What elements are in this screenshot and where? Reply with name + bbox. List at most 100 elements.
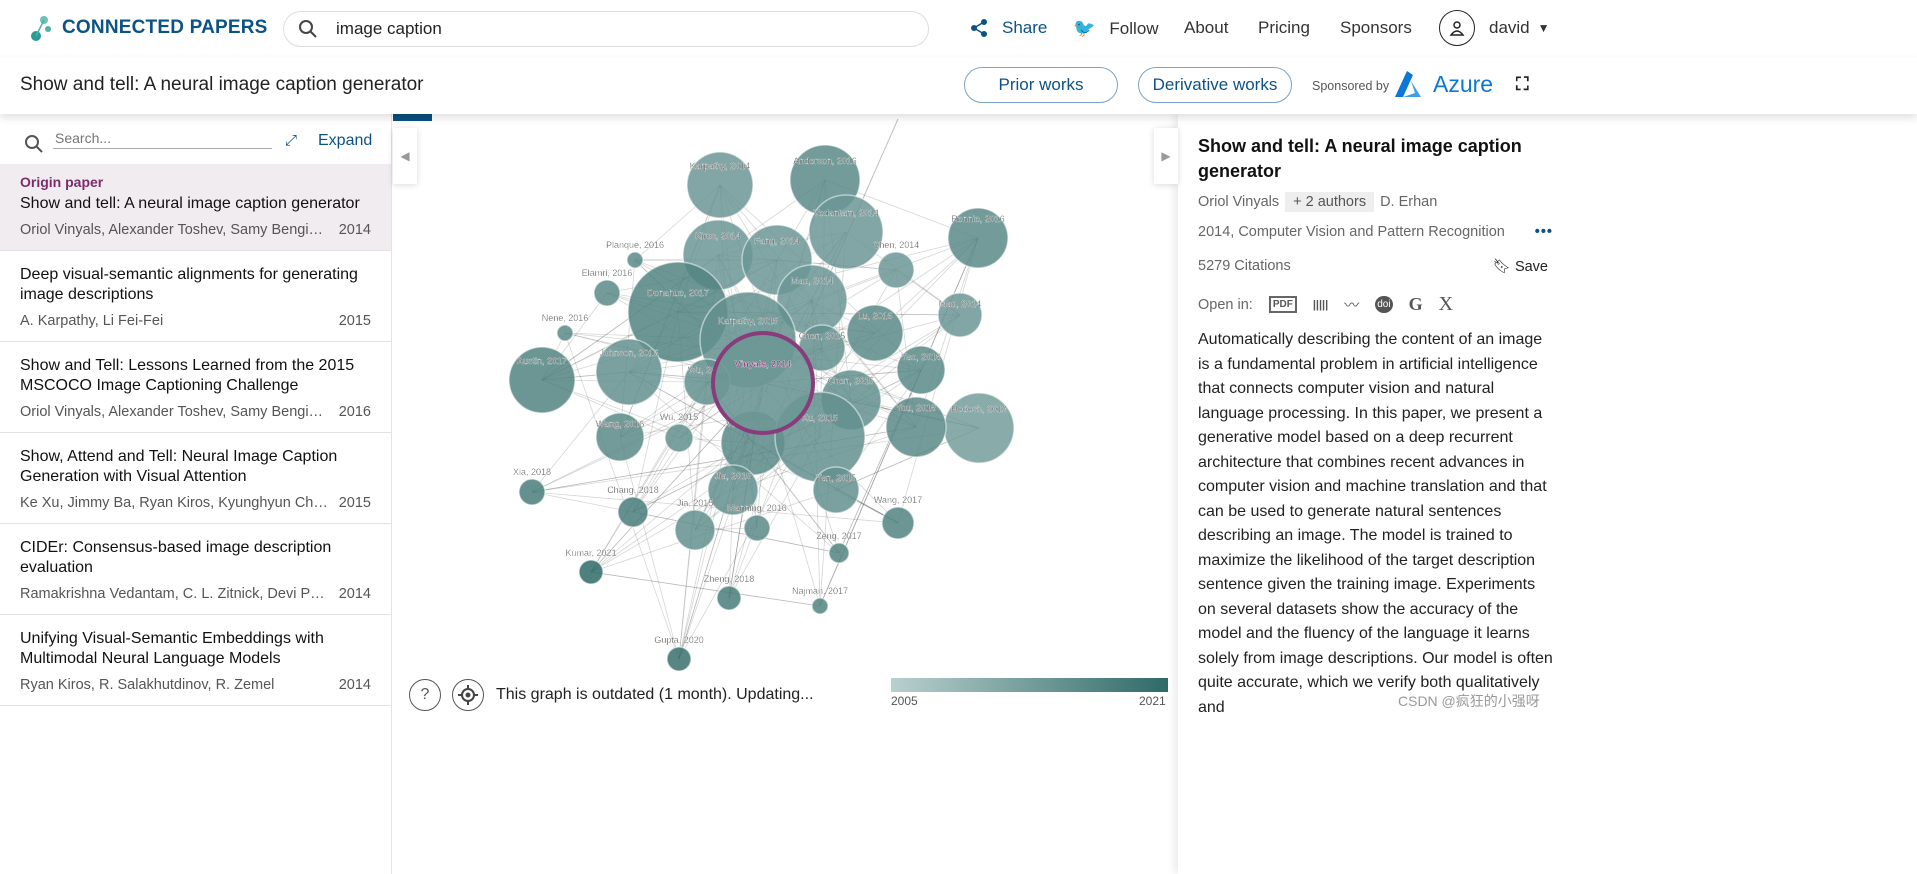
node-label: Mao, 2014 bbox=[791, 276, 834, 286]
arxiv-icon[interactable]: ||||| bbox=[1313, 299, 1328, 311]
node-label: Vedantam, 2014 bbox=[813, 208, 879, 218]
paper-node[interactable]: Jia, 2015 bbox=[674, 498, 716, 551]
node-circle[interactable] bbox=[711, 331, 815, 435]
node-circle[interactable] bbox=[808, 194, 884, 270]
sponsors-link[interactable]: Sponsors bbox=[1340, 18, 1412, 38]
search-bar[interactable] bbox=[283, 11, 929, 47]
more-options-icon[interactable]: ••• bbox=[1535, 224, 1553, 240]
pdf-icon[interactable]: PDF bbox=[1268, 296, 1297, 313]
help-button[interactable]: ? bbox=[409, 679, 441, 711]
paper-node[interactable]: Wu, 2015 bbox=[660, 412, 698, 453]
collapse-left-handle[interactable]: ◀ bbox=[393, 128, 417, 184]
paper-node[interactable]: Chen, 2014 bbox=[873, 240, 920, 289]
node-label: Johnson, 2015 bbox=[599, 348, 658, 358]
item-year: 2016 bbox=[338, 404, 371, 420]
paper-node[interactable]: Manning, 2016 bbox=[727, 503, 787, 542]
node-circle[interactable] bbox=[828, 542, 850, 564]
author-first[interactable]: Oriol Vinyals bbox=[1198, 194, 1279, 210]
paper-node[interactable]: Zheng, 2018 bbox=[704, 574, 755, 611]
list-item[interactable]: CIDEr: Consensus-based image description… bbox=[0, 524, 391, 615]
paper-node[interactable]: Lu, 2016 bbox=[846, 304, 904, 362]
follow-button[interactable]: 🐦 Follow bbox=[1073, 18, 1159, 39]
node-circle[interactable] bbox=[578, 559, 604, 585]
node-circle[interactable] bbox=[556, 324, 574, 342]
save-button[interactable]: 🔖︎ Save bbox=[1492, 258, 1548, 275]
follow-label: Follow bbox=[1109, 18, 1159, 38]
paper-node[interactable]: Austin, 2017 bbox=[508, 346, 576, 414]
semantic-scholar-icon[interactable]: 〰 bbox=[1344, 294, 1359, 315]
node-label: Karpathy, 2015 bbox=[718, 316, 778, 326]
node-circle[interactable] bbox=[593, 279, 621, 307]
item-title: Unifying Visual-Semantic Embeddings with… bbox=[20, 630, 324, 667]
question-icon: ? bbox=[420, 686, 430, 703]
paper-node[interactable]: Hodosh, 2013 bbox=[943, 392, 1015, 464]
node-circle[interactable] bbox=[617, 496, 649, 528]
list-item[interactable]: Unifying Visual-Semantic Embeddings with… bbox=[0, 615, 391, 706]
origin-node[interactable]: Vinyals, 2014 bbox=[711, 331, 815, 435]
graph-edge bbox=[619, 436, 680, 660]
expand-button[interactable]: Expand bbox=[318, 132, 372, 150]
user-avatar[interactable] bbox=[1439, 10, 1475, 46]
node-circle[interactable] bbox=[666, 646, 692, 672]
recenter-button[interactable] bbox=[452, 679, 484, 711]
paper-node[interactable]: Johnson, 2015 bbox=[595, 338, 663, 406]
node-label: Chang, 2018 bbox=[607, 485, 659, 495]
paper-node[interactable]: Planque, 2016 bbox=[606, 240, 664, 269]
paper-node[interactable]: Gupta, 2020 bbox=[654, 635, 704, 672]
paper-node[interactable]: Vedantam, 2014 bbox=[808, 194, 884, 270]
node-circle[interactable] bbox=[626, 251, 644, 269]
user-menu[interactable]: david ▼ bbox=[1489, 18, 1550, 38]
expand-icon[interactable]: ⤢ bbox=[285, 132, 297, 149]
azure-icon bbox=[1395, 71, 1421, 97]
more-authors-button[interactable]: + 2 authors bbox=[1285, 192, 1375, 212]
paper-node[interactable]: Wang, 2016 bbox=[595, 412, 645, 462]
doi-icon[interactable]: doi bbox=[1375, 296, 1393, 313]
paper-node[interactable]: Najman, 2017 bbox=[792, 586, 848, 615]
list-search-input[interactable] bbox=[53, 128, 272, 149]
list-item[interactable]: Show, Attend and Tell: Neural Image Capt… bbox=[0, 433, 391, 524]
graph-canvas[interactable]: Karpathy, 2014 Anderson, 2016 Vedantam, 20… bbox=[393, 114, 1177, 874]
node-circle[interactable] bbox=[518, 478, 546, 506]
logo[interactable]: CONNECTED PAPERS bbox=[30, 14, 268, 42]
paper-node[interactable]: Yan, 2015 bbox=[812, 466, 860, 514]
paper-node[interactable]: Mao, 2014 bbox=[937, 292, 983, 338]
pricing-link[interactable]: Pricing bbox=[1258, 18, 1310, 38]
graph-svg[interactable]: Karpathy, 2014 Anderson, 2016 Vedantam, 20… bbox=[393, 114, 1177, 874]
item-authors: A. Karpathy, Li Fei-Fei bbox=[20, 313, 164, 329]
fullscreen-icon[interactable]: ⛶ bbox=[1516, 74, 1529, 95]
paper-node[interactable]: Yao, 2016 bbox=[896, 345, 946, 395]
share-label: Share bbox=[1002, 18, 1048, 37]
paper-list-panel: ⤢ Expand Origin paper Show and tell: A n… bbox=[0, 114, 392, 874]
paper-node[interactable]: Elamri, 2016 bbox=[582, 268, 633, 307]
node-circle[interactable] bbox=[881, 506, 915, 540]
paper-node[interactable]: Karpathy, 2014 bbox=[686, 151, 754, 219]
x-icon[interactable]: X bbox=[1439, 293, 1453, 316]
node-label: Lu, 2016 bbox=[857, 311, 892, 321]
node-label: Wang, 2017 bbox=[874, 495, 922, 505]
list-item[interactable]: Deep visual-semantic alignments for gene… bbox=[0, 251, 391, 342]
search-input[interactable] bbox=[336, 19, 896, 39]
node-circle[interactable] bbox=[664, 423, 694, 453]
origin-label: Origin paper bbox=[20, 174, 104, 190]
paper-node[interactable]: Wang, 2017 bbox=[874, 495, 922, 540]
node-circle[interactable] bbox=[674, 509, 716, 551]
node-circle[interactable] bbox=[877, 251, 915, 289]
node-label: Elamri, 2016 bbox=[582, 268, 633, 278]
node-label: Xia, 2018 bbox=[513, 467, 551, 477]
node-circle[interactable] bbox=[811, 597, 829, 615]
azure-logo[interactable]: Azure bbox=[1393, 69, 1493, 99]
collapse-right-handle[interactable]: ▶ bbox=[1154, 128, 1178, 184]
prior-works-button[interactable]: Prior works bbox=[964, 67, 1118, 103]
node-circle[interactable] bbox=[743, 514, 771, 542]
share-button[interactable]: Share bbox=[970, 18, 1047, 38]
node-circle[interactable] bbox=[716, 585, 742, 611]
derivative-works-button[interactable]: Derivative works bbox=[1138, 67, 1292, 103]
list-item-origin[interactable]: Origin paper Show and tell: A neural ima… bbox=[0, 164, 391, 251]
google-scholar-icon[interactable]: G bbox=[1409, 294, 1423, 315]
about-link[interactable]: About bbox=[1184, 18, 1228, 38]
paper-node[interactable]: You, 2016 bbox=[885, 396, 947, 458]
paper-node[interactable]: Rennie, 2016 bbox=[947, 207, 1009, 269]
author-last[interactable]: D. Erhan bbox=[1380, 194, 1437, 210]
chevron-right-icon: ▶ bbox=[1161, 149, 1171, 163]
list-item[interactable]: Show and Tell: Lessons Learned from the … bbox=[0, 342, 391, 433]
